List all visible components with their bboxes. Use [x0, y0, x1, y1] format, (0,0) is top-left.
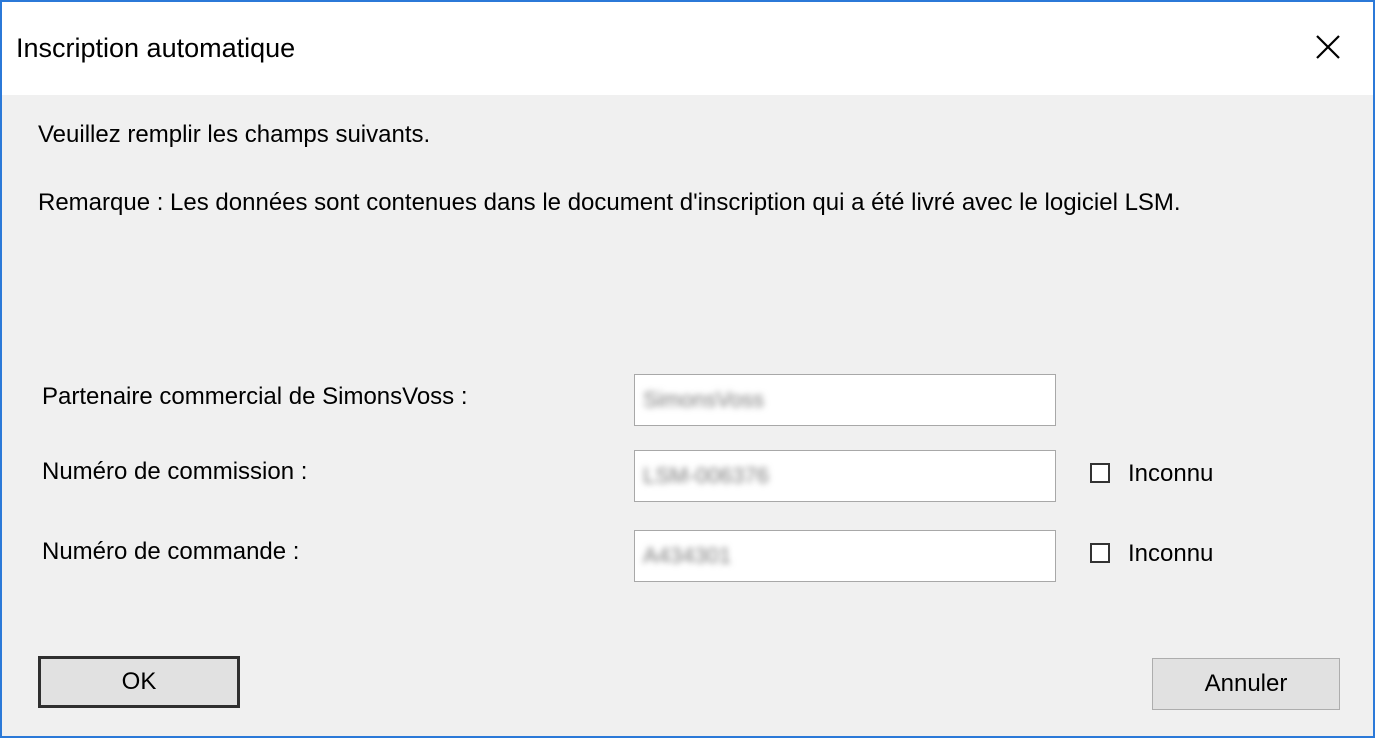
ok-button[interactable]: OK [38, 656, 240, 708]
dialog-window: Inscription automatique Veuillez remplir… [0, 0, 1375, 738]
commission-label: Numéro de commission : [42, 458, 308, 485]
order-input[interactable] [635, 531, 1055, 581]
order-field[interactable] [634, 530, 1056, 582]
order-unknown-checkbox[interactable] [1090, 543, 1110, 563]
commission-field[interactable] [634, 450, 1056, 502]
commission-unknown-label: Inconnu [1128, 460, 1214, 487]
dialog-title: Inscription automatique [16, 33, 296, 63]
partner-field[interactable] [634, 374, 1056, 426]
cancel-button-label: Annuler [1204, 670, 1288, 697]
cancel-button[interactable]: Annuler [1152, 658, 1340, 710]
close-icon [1316, 35, 1340, 59]
partner-label: Partenaire commercial de SimonsVoss : [42, 383, 468, 410]
order-label: Numéro de commande : [42, 538, 300, 565]
ok-button-label: OK [121, 668, 157, 695]
close-button[interactable] [1285, 2, 1373, 95]
commission-unknown-checkbox[interactable] [1090, 463, 1110, 483]
commission-input[interactable] [635, 451, 1055, 501]
order-unknown-label: Inconnu [1128, 540, 1214, 567]
partner-input[interactable] [635, 375, 1055, 425]
title-bar: Inscription automatique [2, 2, 1373, 95]
notice-text: Remarque : Les données sont contenues da… [38, 189, 1181, 216]
instruction-text: Veuillez remplir les champs suivants. [38, 121, 431, 148]
